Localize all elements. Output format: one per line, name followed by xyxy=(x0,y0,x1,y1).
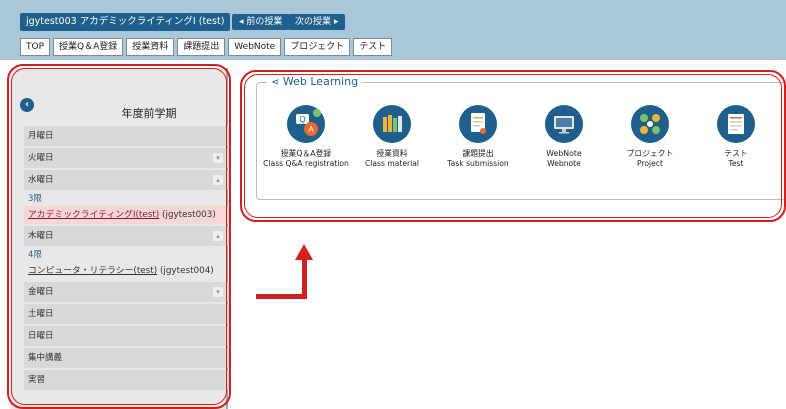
highlight-outline-web-learning xyxy=(240,70,786,222)
annotation-arrow-shaft xyxy=(302,258,307,298)
tab-task-submission[interactable]: 課題提出 xyxy=(177,38,226,56)
annotation-arrow-head-icon xyxy=(295,244,313,260)
tab-test[interactable]: テスト xyxy=(353,38,393,56)
course-title[interactable]: jgytest003 アカデミックライティングⅠ (test) xyxy=(20,13,231,31)
annotation-arrow-base xyxy=(256,294,307,299)
tab-bar: TOP 授業Q＆A登録 授業資料 課題提出 WebNote プロジェクト テスト xyxy=(20,38,393,56)
tab-project[interactable]: プロジェクト xyxy=(284,38,351,56)
next-class-button[interactable]: 次の授業 ▸ xyxy=(288,14,346,30)
highlight-outline-sidebar xyxy=(7,64,231,409)
tab-webnote[interactable]: WebNote xyxy=(228,38,282,56)
header-bar: jgytest003 アカデミックライティングⅠ (test) ◂ 前の授業 次… xyxy=(0,0,786,60)
tab-class-material[interactable]: 授業資料 xyxy=(126,38,175,56)
tab-qa-registration[interactable]: 授業Q＆A登録 xyxy=(53,38,124,56)
tab-top[interactable]: TOP xyxy=(20,38,51,56)
prev-class-button[interactable]: ◂ 前の授業 xyxy=(232,14,290,30)
